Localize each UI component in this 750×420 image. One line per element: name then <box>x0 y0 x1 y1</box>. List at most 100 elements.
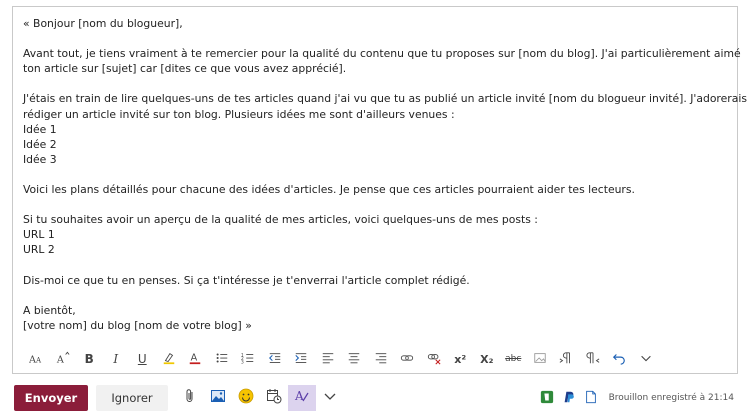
highlight-button[interactable] <box>156 348 183 370</box>
font-color-button[interactable]: A <box>182 348 209 370</box>
subscript-icon: X₂ <box>480 352 494 366</box>
rtl-button[interactable] <box>580 348 607 370</box>
strikethrough-button[interactable]: abc <box>500 348 527 370</box>
emoji-button[interactable] <box>232 385 260 411</box>
highlight-icon <box>162 351 176 368</box>
more-actions-button[interactable] <box>316 385 344 411</box>
bullets-button[interactable] <box>209 348 236 370</box>
align-right-icon <box>374 351 388 368</box>
body-line: URL 2 <box>23 243 55 257</box>
body-line: Voici les plans détaillés pour chacune d… <box>23 183 635 197</box>
body-line: [votre nom] du blog [nom de votre blog] … <box>23 318 252 332</box>
chevron-down-icon <box>322 388 338 408</box>
paypal-addin-button[interactable] <box>561 390 577 406</box>
grow-font-icon: A <box>56 351 70 368</box>
message-body-editor[interactable]: « Bonjour [nom du blogueur], Avant tout, … <box>12 6 747 374</box>
italic-icon: I <box>113 352 119 366</box>
draft-saved-status: Brouillon enregistré à 21:14 <box>608 393 734 403</box>
body-line: ton article sur [sujet] car [dites ce qu… <box>23 62 347 76</box>
draft-document-icon-wrap <box>583 390 599 406</box>
bullets-icon <box>215 351 229 368</box>
body-line: Idée 3 <box>23 152 57 166</box>
align-center-icon <box>347 351 361 368</box>
remove-link-button[interactable] <box>421 348 448 370</box>
align-left-icon <box>321 351 335 368</box>
svg-text:3: 3 <box>241 359 244 365</box>
link-button[interactable] <box>394 348 421 370</box>
schedule-button[interactable] <box>260 385 288 411</box>
superscript-icon: x² <box>454 352 467 366</box>
bold-button[interactable]: B <box>76 348 103 370</box>
superscript-button[interactable]: x² <box>447 348 474 370</box>
strikethrough-icon: abc <box>505 354 522 364</box>
font-size-button[interactable]: AA <box>23 348 50 370</box>
remove-link-icon <box>427 351 441 368</box>
insert-image-inline-icon <box>533 351 547 368</box>
numbering-button[interactable]: 123 <box>235 348 262 370</box>
align-center-button[interactable] <box>341 348 368 370</box>
body-line: J'étais en train de lire quelques-uns de… <box>23 92 747 106</box>
format-pen-icon: A <box>294 388 310 408</box>
send-button[interactable]: Envoyer <box>14 385 88 411</box>
paperclip-icon <box>182 388 198 408</box>
body-line: rédiger un article invité sur ton blog. … <box>23 107 455 121</box>
rtl-icon <box>586 351 600 368</box>
svg-text:A: A <box>35 356 42 364</box>
calendar-clock-icon <box>266 388 282 408</box>
draft-area: Brouillon enregistré à 21:14 <box>539 390 738 406</box>
undo-icon <box>612 351 626 368</box>
body-line: « Bonjour [nom du blogueur], <box>23 17 183 30</box>
align-right-button[interactable] <box>368 348 395 370</box>
font-size-icon: AA <box>28 351 43 368</box>
svg-text:A: A <box>294 389 304 403</box>
body-line: Idée 1 <box>23 122 57 136</box>
bold-icon: B <box>84 352 94 366</box>
link-icon <box>400 351 414 368</box>
body-line: Avant tout, je tiens vraiment à te remer… <box>23 47 741 61</box>
more-options-button[interactable] <box>633 348 660 370</box>
ltr-button[interactable] <box>553 348 580 370</box>
body-line: Idée 2 <box>23 137 57 151</box>
grow-font-button[interactable]: A <box>50 348 77 370</box>
paypal-icon <box>562 389 576 408</box>
body-line: URL 1 <box>23 228 55 242</box>
decrease-indent-button[interactable] <box>262 348 289 370</box>
undo-button[interactable] <box>606 348 633 370</box>
ltr-icon <box>559 351 573 368</box>
format-toggle-button[interactable]: A <box>288 385 316 411</box>
compose-actions-bar: Envoyer Ignorer A Brouillon enregistré à… <box>14 384 738 412</box>
body-line: A bientôt, <box>23 303 76 317</box>
document-icon <box>584 389 598 408</box>
discard-button[interactable]: Ignorer <box>96 385 168 411</box>
underline-icon: U <box>137 352 147 366</box>
italic-button[interactable]: I <box>103 348 130 370</box>
message-body-text[interactable]: « Bonjour [nom du blogueur], Avant tout, … <box>23 16 747 333</box>
emoji-icon <box>238 388 254 408</box>
insert-image-inline-button[interactable] <box>527 348 554 370</box>
align-left-button[interactable] <box>315 348 342 370</box>
subscript-button[interactable]: X₂ <box>474 348 501 370</box>
insert-picture-button[interactable] <box>204 385 232 411</box>
decrease-indent-icon <box>268 351 282 368</box>
formatting-toolbar: AA A B I U A 1 2 3 x² X₂ abc <box>23 347 729 371</box>
evernote-addin-button[interactable] <box>539 390 555 406</box>
numbering-icon: 123 <box>241 351 255 368</box>
underline-button[interactable]: U <box>129 348 156 370</box>
increase-indent-icon <box>294 351 308 368</box>
increase-indent-button[interactable] <box>288 348 315 370</box>
chevron-down-icon <box>639 351 653 368</box>
attach-button[interactable] <box>176 385 204 411</box>
body-line: Dis-moi ce que tu en penses. Si ça t'int… <box>23 273 470 287</box>
picture-icon <box>210 388 226 408</box>
svg-text:A: A <box>191 352 198 363</box>
evernote-icon <box>540 389 554 408</box>
svg-text:A: A <box>56 354 65 365</box>
font-color-icon: A <box>188 351 202 368</box>
body-line: Si tu souhaites avoir un aperçu de la qu… <box>23 213 538 227</box>
